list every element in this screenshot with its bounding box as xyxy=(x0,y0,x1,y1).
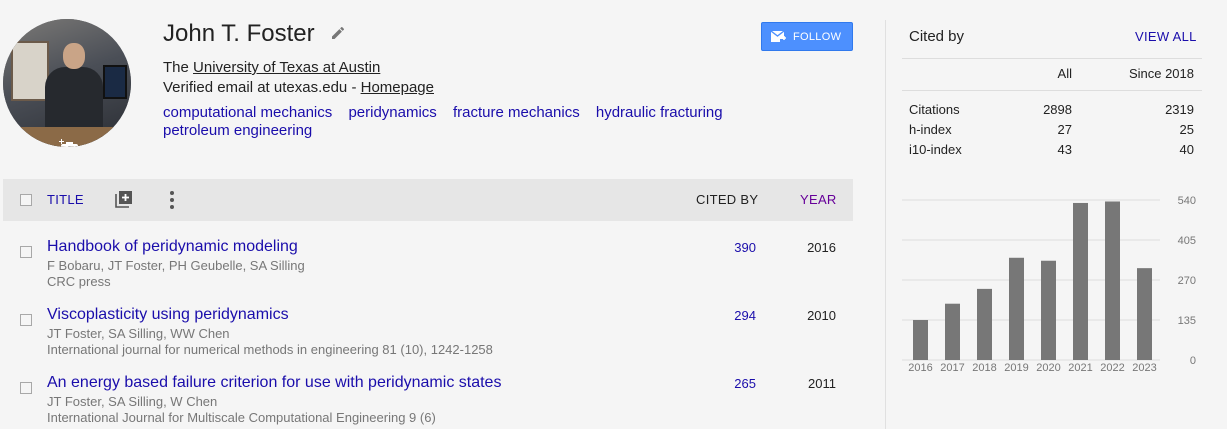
citation-bar[interactable] xyxy=(945,303,960,360)
follow-label: FOLLOW xyxy=(793,30,842,43)
interest-link[interactable]: computational mechanics xyxy=(163,104,332,121)
metric-all: 43 xyxy=(1057,142,1072,157)
select-all-checkbox[interactable] xyxy=(20,194,32,206)
y-tick-label: 270 xyxy=(1178,275,1196,287)
metric-since: 40 xyxy=(1179,142,1194,157)
x-tick-label: 2022 xyxy=(1100,362,1124,374)
article-cited-count[interactable]: 265 xyxy=(734,376,756,391)
stats-col-since: Since 2018 xyxy=(1128,66,1194,81)
article-title[interactable]: An energy based failure criterion for us… xyxy=(47,374,501,392)
sort-by-year[interactable]: YEAR xyxy=(800,192,837,207)
citation-bar[interactable] xyxy=(913,320,928,360)
metric-all: 27 xyxy=(1057,122,1072,137)
article-row: Viscoplasticity using peridynamics JT Fo… xyxy=(3,306,853,372)
articles-table-header: TITLE CITED BY YEAR xyxy=(3,179,853,221)
x-tick-label: 2019 xyxy=(1004,362,1028,374)
y-tick-label: 135 xyxy=(1178,315,1196,327)
citation-bar[interactable] xyxy=(977,288,992,360)
metric-label: h-index xyxy=(909,122,952,137)
article-authors: JT Foster, SA Silling, WW Chen xyxy=(47,326,230,341)
article-checkbox[interactable] xyxy=(20,246,32,258)
x-tick-label: 2023 xyxy=(1132,362,1156,374)
citation-bar[interactable] xyxy=(1105,201,1120,360)
interest-link[interactable]: peridynamics xyxy=(348,104,436,121)
y-tick-label: 405 xyxy=(1178,235,1196,247)
metric-all: 2898 xyxy=(1043,102,1072,117)
article-authors: JT Foster, SA Silling, W Chen xyxy=(47,394,218,409)
article-year: 2016 xyxy=(807,240,836,255)
article-checkbox[interactable] xyxy=(20,382,32,394)
stats-divider xyxy=(902,58,1202,59)
x-tick-label: 2016 xyxy=(908,362,932,374)
article-venue: International journal for numerical meth… xyxy=(47,342,493,357)
profile-avatar[interactable] xyxy=(3,19,131,147)
citation-bar[interactable] xyxy=(1073,202,1088,360)
citations-bar-chart: 540 405 270 135 0 2016 2017 2018 2019 2020 2021 202… xyxy=(902,195,1196,374)
affiliation: The University of Texas at Austin xyxy=(163,59,380,76)
article-cited-count[interactable]: 294 xyxy=(734,308,756,323)
article-row: Handbook of peridynamic modeling F Bobar… xyxy=(3,238,853,304)
article-title[interactable]: Viscoplasticity using peridynamics xyxy=(47,306,289,324)
cited-by-title: Cited by xyxy=(909,28,965,45)
y-tick-label: 540 xyxy=(1178,195,1196,207)
sort-by-title[interactable]: TITLE xyxy=(47,192,84,207)
follow-button[interactable]: FOLLOW xyxy=(761,22,853,51)
x-tick-label: 2018 xyxy=(972,362,996,374)
citation-bar[interactable] xyxy=(1009,257,1024,360)
article-cited-count[interactable]: 390 xyxy=(734,240,756,255)
verified-email: Verified email at utexas.edu - Homepage xyxy=(163,79,434,96)
x-tick-label: 2021 xyxy=(1068,362,1092,374)
interest-link[interactable]: petroleum engineering xyxy=(163,122,312,139)
interest-link[interactable]: hydraulic fracturing xyxy=(596,104,723,121)
research-interests: computational mechanics peridynamics fra… xyxy=(163,104,763,140)
view-all-link[interactable]: VIEW ALL xyxy=(1135,29,1197,44)
article-title[interactable]: Handbook of peridynamic modeling xyxy=(47,238,298,256)
email-text: Verified email at utexas.edu - xyxy=(163,79,361,96)
article-venue: International Journal for Multiscale Com… xyxy=(47,410,436,425)
metric-since: 25 xyxy=(1179,122,1194,137)
mail-plus-icon xyxy=(770,30,786,42)
article-authors: F Bobaru, JT Foster, PH Geubelle, SA Sil… xyxy=(47,258,305,273)
profile-name: John T. Foster xyxy=(163,20,315,47)
article-row: An energy based failure criterion for us… xyxy=(3,374,853,429)
metric-label: i10-index xyxy=(909,142,962,157)
article-year: 2010 xyxy=(807,308,836,323)
metric-since: 2319 xyxy=(1165,102,1194,117)
metric-label: Citations xyxy=(909,102,960,117)
x-tick-label: 2017 xyxy=(940,362,964,374)
affiliation-link[interactable]: University of Texas at Austin xyxy=(193,59,380,76)
citation-bar[interactable] xyxy=(1137,268,1152,360)
affiliation-prefix: The xyxy=(163,59,194,76)
stats-divider xyxy=(902,90,1202,91)
homepage-link[interactable]: Homepage xyxy=(361,79,434,96)
sort-by-cited[interactable]: CITED BY xyxy=(696,192,758,207)
article-checkbox[interactable] xyxy=(20,314,32,326)
citation-bar[interactable] xyxy=(1041,260,1056,360)
article-venue: CRC press xyxy=(47,274,111,289)
column-divider xyxy=(885,20,886,429)
x-tick-label: 2020 xyxy=(1036,362,1060,374)
y-tick-label: 0 xyxy=(1190,355,1196,367)
interest-link[interactable]: fracture mechanics xyxy=(453,104,580,121)
more-options-icon[interactable] xyxy=(168,190,176,210)
add-article-icon[interactable] xyxy=(115,190,133,208)
add-photo-icon[interactable] xyxy=(58,138,80,147)
article-year: 2011 xyxy=(808,376,836,391)
edit-pencil-icon[interactable] xyxy=(331,26,345,40)
stats-col-all: All xyxy=(1057,66,1072,81)
